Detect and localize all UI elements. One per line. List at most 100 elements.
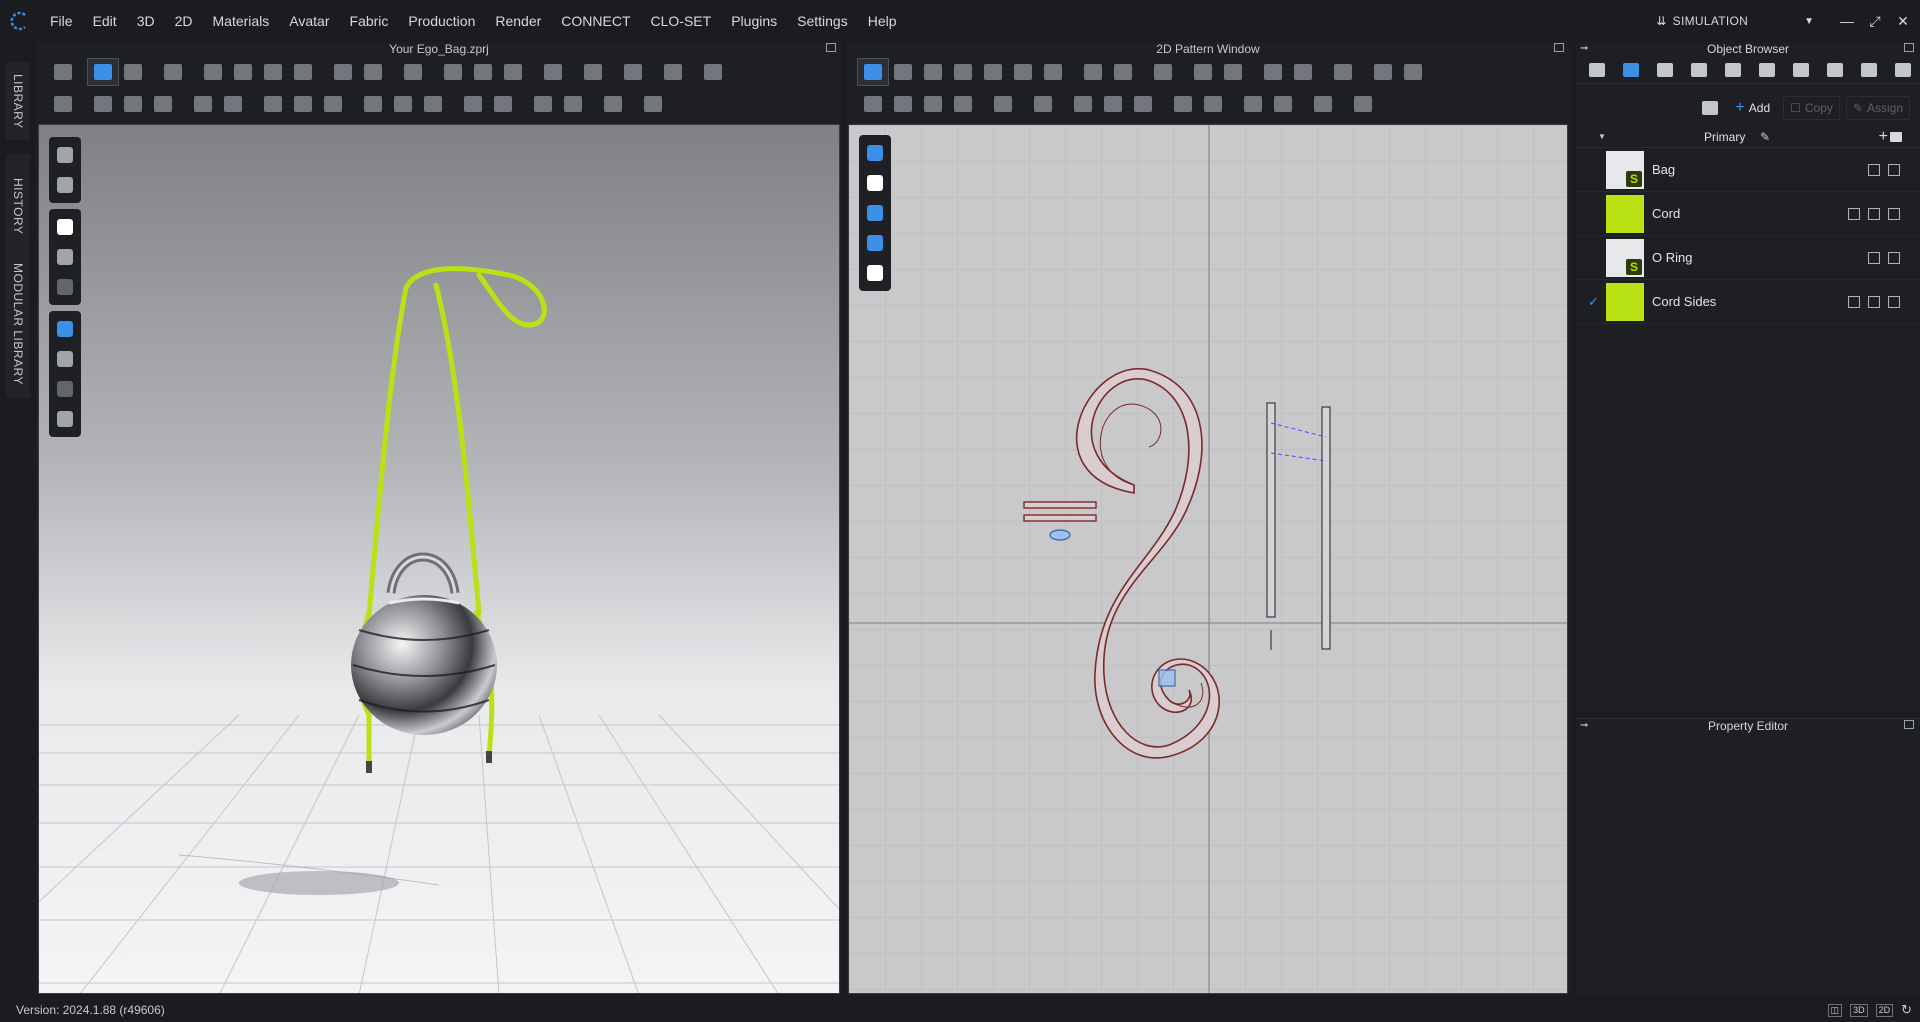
properties-icon[interactable] (1868, 163, 1880, 176)
trim-select-icon[interactable] (458, 91, 488, 117)
texture-edit-icon[interactable] (558, 91, 588, 117)
fabric-item-cord-sides[interactable]: ✓ Cord Sides (1576, 280, 1920, 324)
buttonhole-icon[interactable] (388, 91, 418, 117)
seam-allowance-icon[interactable] (1198, 91, 1228, 117)
menu-3d[interactable]: 3D (127, 0, 165, 42)
o-ring-selected-piece[interactable] (1158, 669, 1176, 687)
dock-icon[interactable] (826, 43, 836, 52)
zoom-tool-icon[interactable] (578, 59, 608, 85)
tab-zipper-icon[interactable] (1852, 57, 1886, 83)
duplicate-icon[interactable] (1888, 251, 1900, 264)
attach-trim-icon[interactable] (488, 91, 518, 117)
3d-viewport[interactable] (38, 124, 840, 994)
fabric-item-o-ring[interactable]: S O Ring (1576, 236, 1920, 280)
tab-modular-library[interactable]: MODULAR LIBRARY (6, 250, 30, 398)
simulation-mode-selector[interactable]: ⇊ SIMULATION (1656, 14, 1748, 28)
properties-icon[interactable] (1868, 207, 1880, 220)
garment-2d-icon[interactable] (1028, 91, 1058, 117)
tab-more-icon[interactable] (1886, 57, 1920, 83)
menu-settings[interactable]: Settings (787, 0, 858, 42)
iron-tool-icon[interactable] (988, 91, 1018, 117)
restore-icon[interactable]: ⤢ (1864, 13, 1886, 30)
topstitch-2d-icon[interactable] (1238, 91, 1268, 117)
tab-graphic-icon[interactable] (1648, 57, 1682, 83)
tab-fabric-icon[interactable] (1614, 57, 1648, 83)
copy-button[interactable]: ☐ Copy (1783, 96, 1840, 120)
show-avatar-icon[interactable] (49, 272, 81, 302)
fabric-texture-icon[interactable] (49, 314, 81, 344)
dart-tool-icon[interactable] (1078, 59, 1108, 85)
menu-file[interactable]: File (40, 0, 83, 42)
shape-tool-icon[interactable] (438, 59, 468, 85)
trace-tool-icon[interactable] (1108, 59, 1138, 85)
pattern-scale-icon[interactable] (918, 91, 948, 117)
menu-plugins[interactable]: Plugins (721, 0, 787, 42)
view-2d-button[interactable]: 2D (1875, 1003, 1894, 1017)
add-button[interactable]: + Add (1728, 96, 1777, 120)
seam-line-icon[interactable] (1168, 91, 1198, 117)
collapse-arrow-icon[interactable]: ➞ (1580, 719, 1588, 733)
collapse-arrow-icon[interactable]: ➞ (1580, 42, 1588, 56)
open-folder-icon[interactable] (1702, 101, 1719, 115)
duplicate-icon[interactable] (1888, 163, 1900, 176)
thickness-icon[interactable] (49, 344, 81, 374)
brush-tool-icon[interactable] (398, 59, 428, 85)
show-pins-icon[interactable] (49, 242, 81, 272)
tab-puckering-icon[interactable] (1784, 57, 1818, 83)
duplicate-icon[interactable] (1888, 295, 1900, 308)
pattern-copy-icon[interactable] (948, 91, 978, 117)
tab-topstitch-icon[interactable] (1750, 57, 1784, 83)
fabric-2d-icon[interactable] (859, 228, 891, 258)
measure-2d-icon[interactable] (1218, 59, 1248, 85)
pattern-select-icon[interactable] (858, 91, 888, 117)
edit-curve-point-icon[interactable] (918, 59, 948, 85)
group-folder-icon[interactable] (1890, 131, 1902, 142)
transform-pattern-icon[interactable] (857, 58, 889, 86)
tab-scene-icon[interactable] (1580, 57, 1614, 83)
cord-pattern-piece[interactable] (1075, 367, 1220, 759)
menu-connect[interactable]: CONNECT (551, 0, 640, 42)
menu-materials[interactable]: Materials (203, 0, 280, 42)
dock-icon[interactable] (1904, 720, 1914, 729)
ellipse-tool-icon[interactable] (1008, 59, 1038, 85)
menu-avatar[interactable]: Avatar (279, 0, 339, 42)
text-tool-icon[interactable] (1258, 59, 1288, 85)
segment-sewing-icon[interactable] (1068, 91, 1098, 117)
menu-help[interactable]: Help (858, 0, 907, 42)
topstitch-icon[interactable] (288, 91, 318, 117)
simulation-tool-icon[interactable] (48, 59, 78, 85)
minimize-icon[interactable]: — (1836, 13, 1858, 29)
zipper-2d-icon[interactable] (1268, 91, 1298, 117)
polygon-tool-icon[interactable] (948, 59, 978, 85)
dock-icon[interactable] (1554, 43, 1564, 52)
button-icon[interactable] (358, 91, 388, 117)
edit-seam-tape-icon[interactable] (118, 91, 148, 117)
duplicate-icon[interactable] (1888, 207, 1900, 220)
garment-shirt-icon[interactable] (49, 212, 81, 242)
pattern-rotate-icon[interactable] (888, 91, 918, 117)
mode-dropdown-icon[interactable]: ▼ (1804, 16, 1814, 27)
layout-split-icon[interactable]: ◫ (1827, 1003, 1843, 1017)
tab-button-icon[interactable] (1682, 57, 1716, 83)
tab-seam-icon[interactable] (1716, 57, 1750, 83)
nesting-tool-icon[interactable] (1398, 59, 1428, 85)
edit-curvature-icon[interactable] (618, 59, 648, 85)
close-icon[interactable]: ✕ (1892, 13, 1914, 30)
layout-tool-icon[interactable] (1348, 91, 1378, 117)
tab-history[interactable]: HISTORY (6, 154, 30, 258)
cloth-display-icon[interactable] (49, 170, 81, 200)
menu-clo-set[interactable]: CLO-SET (641, 0, 722, 42)
avatar-skin-icon[interactable] (49, 374, 81, 404)
properties-icon[interactable] (1868, 251, 1880, 264)
press-tool-icon[interactable] (468, 59, 498, 85)
gathering-tool-icon[interactable] (1188, 59, 1218, 85)
pin-tool-icon[interactable] (198, 59, 228, 85)
cord-sides-pattern[interactable] (1266, 402, 1331, 650)
graphic-icon[interactable] (528, 91, 558, 117)
pin-box-tool-icon[interactable] (228, 59, 258, 85)
fabric-item-bag[interactable]: S Bag (1576, 148, 1920, 192)
transform-graphic-icon[interactable] (598, 91, 628, 117)
colorway-group-primary[interactable]: ▼ Primary ✎ + (1576, 126, 1920, 148)
environment-globe-icon[interactable] (49, 404, 81, 434)
notch-tool-icon[interactable] (1148, 59, 1178, 85)
